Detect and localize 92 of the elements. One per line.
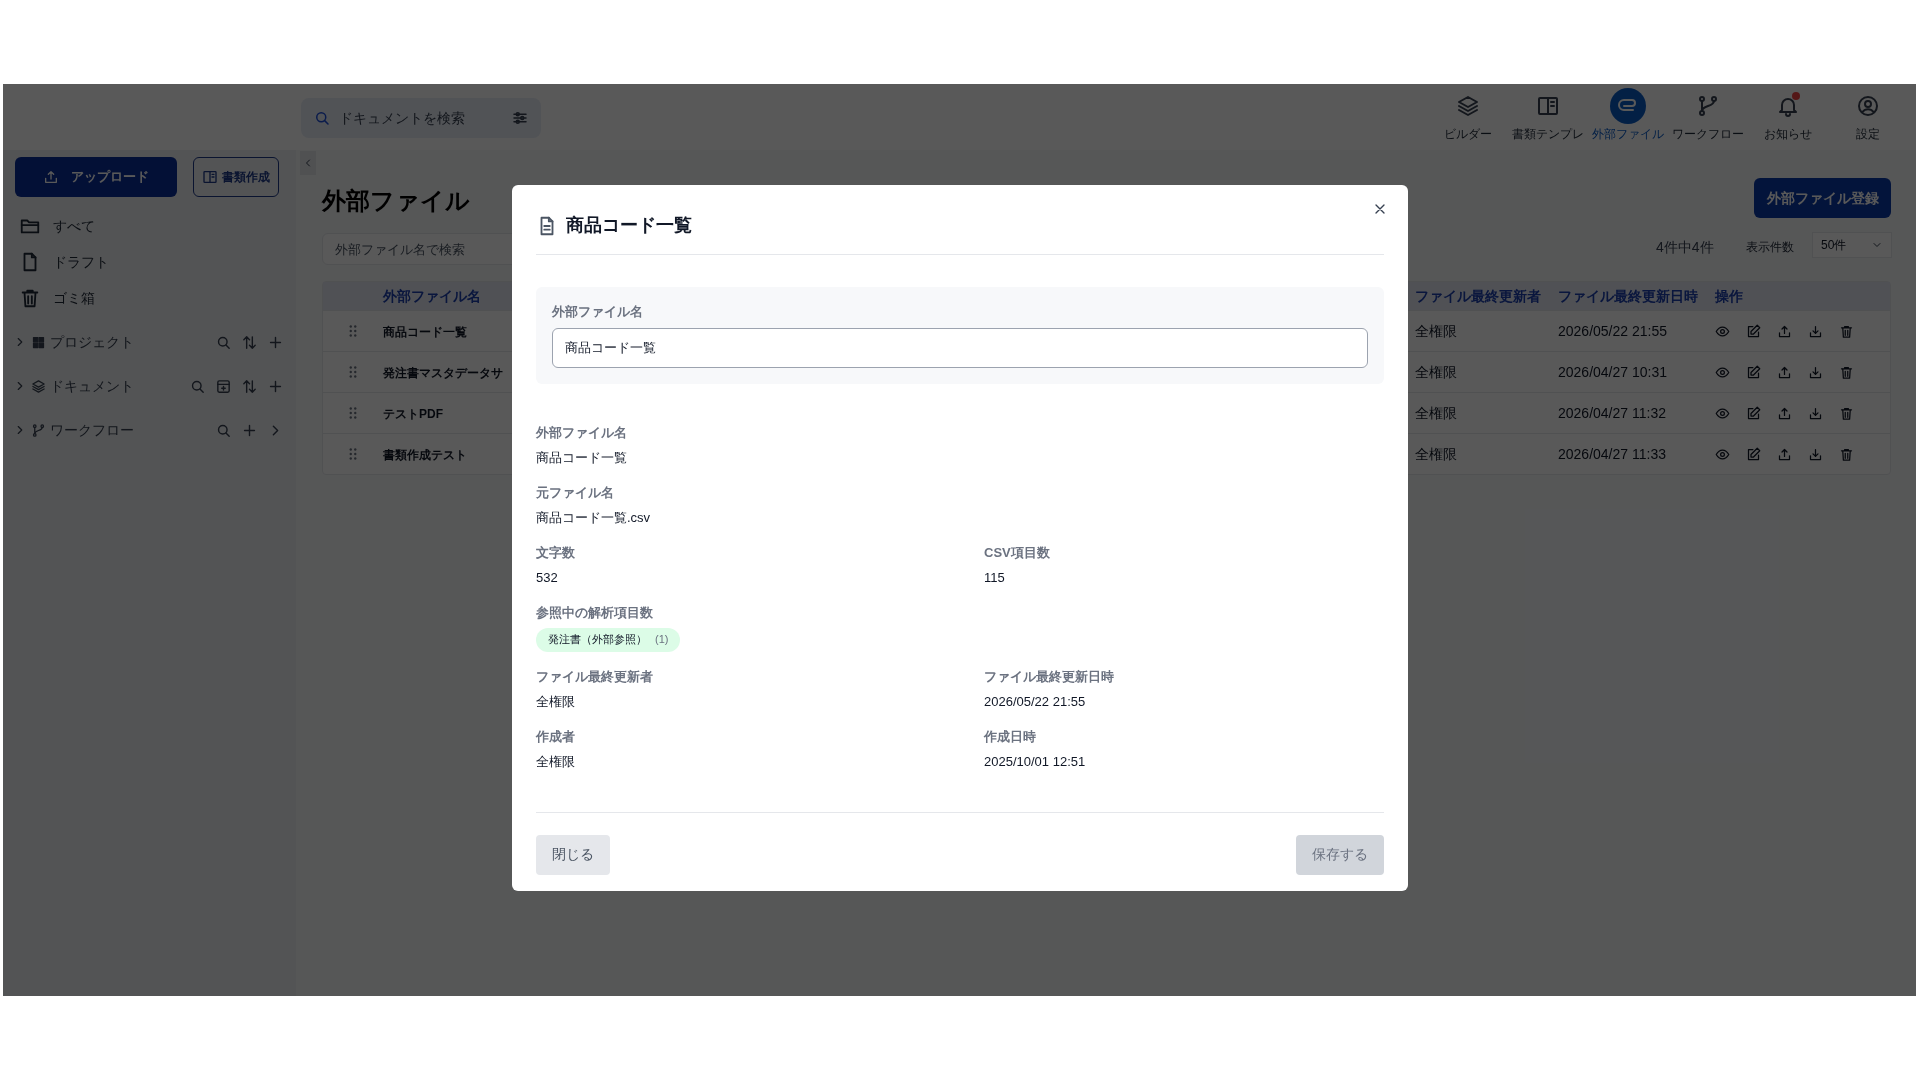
user-icon (1856, 94, 1880, 118)
delete-icon[interactable] (1839, 446, 1854, 462)
detail-label: ファイル最終更新日時 (984, 667, 1115, 686)
sidebar-item[interactable]: ドラフト (19, 247, 296, 277)
nav-tab[interactable]: お知らせ (1748, 88, 1828, 146)
detail-label: 外部ファイル名 (536, 423, 628, 442)
detail-label: CSV項目数 (984, 543, 1051, 562)
layers-icon (31, 378, 46, 394)
upload-icon (43, 169, 59, 185)
filter-icon[interactable] (511, 109, 529, 127)
table-cell-text: 全権限 (1415, 403, 1458, 423)
collapse-button[interactable] (300, 151, 316, 175)
inbox-icon[interactable] (215, 377, 232, 395)
table-cell-text: 2026/05/22 21:55 (1558, 321, 1668, 341)
download-icon[interactable] (1808, 323, 1823, 339)
detail-value: 115 (984, 568, 1006, 587)
delete-icon[interactable] (1839, 323, 1854, 339)
upload-icon[interactable] (1777, 323, 1792, 339)
table-cell-text: 2026/04/27 10:31 (1558, 362, 1668, 382)
column-header: ファイル最終更新日時 (1558, 286, 1699, 306)
download-icon[interactable] (1808, 364, 1823, 380)
delete-icon[interactable] (1839, 364, 1854, 380)
detail-value: 全権限 (536, 752, 576, 771)
section-label[interactable]: プロジェクト (50, 331, 215, 353)
book-icon (202, 169, 218, 185)
create-document-button[interactable]: 書類作成 (193, 157, 279, 197)
view-icon[interactable] (1715, 405, 1730, 421)
edit-icon[interactable] (1746, 364, 1761, 380)
sort-icon[interactable] (241, 333, 258, 351)
branch-icon (1696, 94, 1720, 118)
upload-icon[interactable] (1777, 446, 1792, 462)
detail-label: 作成者 (536, 727, 576, 746)
table-cell: 発注書マスタデータサ (383, 365, 503, 380)
search-field[interactable]: ドキュメントを検索 (301, 98, 541, 138)
delete-icon[interactable] (1839, 405, 1854, 421)
detail-value: 商品コード一覧.csv (536, 508, 652, 527)
branch-icon (31, 422, 46, 438)
column-header: 操作 (1715, 286, 1743, 306)
result-count: 4件中4件 (1656, 238, 1714, 257)
view-icon[interactable] (1715, 446, 1730, 462)
book-icon (1536, 94, 1560, 118)
sort-icon[interactable] (241, 377, 258, 395)
detail-value: 商品コード一覧 (536, 448, 628, 467)
edit-icon[interactable] (1746, 323, 1761, 339)
detail-label: 作成日時 (984, 727, 1037, 746)
view-icon[interactable] (1715, 364, 1730, 380)
upload-button[interactable]: アップロード (15, 157, 177, 197)
nav-tab[interactable]: ビルダー (1428, 88, 1508, 146)
detail-value: 532 (536, 568, 559, 587)
upload-icon[interactable] (1777, 405, 1792, 421)
name-input[interactable]: 商品コード一覧 (552, 327, 1368, 368)
table-cell-text: 全権限 (1415, 321, 1458, 341)
sidebar-item[interactable]: すべて (19, 211, 296, 241)
grid-icon (31, 334, 46, 350)
close-dialog-button[interactable]: 閉じる (536, 834, 610, 875)
table-cell-text: 2026/04/27 11:33 (1558, 444, 1667, 464)
page-title: 外部ファイル (322, 186, 470, 216)
per-page-label: 表示件数 (1746, 239, 1794, 256)
detail-label: 文字数 (536, 543, 576, 562)
nav-tab[interactable]: 設定 (1828, 88, 1908, 146)
search-icon (313, 109, 331, 127)
per-page-select[interactable]: 50件 (1812, 232, 1892, 258)
table-cell: 書類作成テスト (383, 447, 467, 462)
nav-tab[interactable]: 書類テンプレ (1508, 88, 1588, 146)
table-cell-text: 全権限 (1415, 444, 1458, 464)
detail-value: 2025/10/01 12:51 (984, 752, 1087, 771)
edit-icon[interactable] (1746, 446, 1761, 462)
trash-icon (19, 287, 41, 309)
detail-label: ファイル最終更新者 (536, 667, 654, 686)
field-label: 外部ファイル名 (552, 303, 644, 321)
detail-label: 参照中の解析項目数 (536, 603, 654, 622)
table-cell: 商品コード一覧 (383, 324, 467, 339)
detail-label: 元ファイル名 (536, 483, 615, 502)
detail-value: 全権限 (536, 692, 576, 711)
section-label[interactable]: ドキュメント (50, 375, 189, 397)
layers-icon (1456, 94, 1480, 118)
reference-tag: 発注書（外部参照） (1) (536, 627, 681, 652)
section-label[interactable]: ワークフロー (50, 419, 215, 441)
download-icon[interactable] (1808, 446, 1823, 462)
column-header: ファイル最終更新者 (1415, 286, 1542, 306)
view-icon[interactable] (1715, 323, 1730, 339)
detail-value: 2026/05/22 21:55 (984, 692, 1087, 711)
sidebar-item[interactable]: ゴミ箱 (19, 283, 296, 313)
upload-icon[interactable] (1777, 364, 1792, 380)
download-icon[interactable] (1808, 405, 1823, 421)
table-cell-text: 2026/04/27 11:32 (1558, 403, 1667, 423)
edit-icon[interactable] (1746, 405, 1761, 421)
table-cell: テストPDF (383, 406, 443, 421)
column-header: 外部ファイル名 (383, 287, 481, 304)
nav-tab[interactable]: 外部ファイル (1588, 88, 1668, 146)
table-cell-text: 全権限 (1415, 362, 1458, 382)
register-button[interactable]: 外部ファイル登録 (1754, 178, 1891, 218)
